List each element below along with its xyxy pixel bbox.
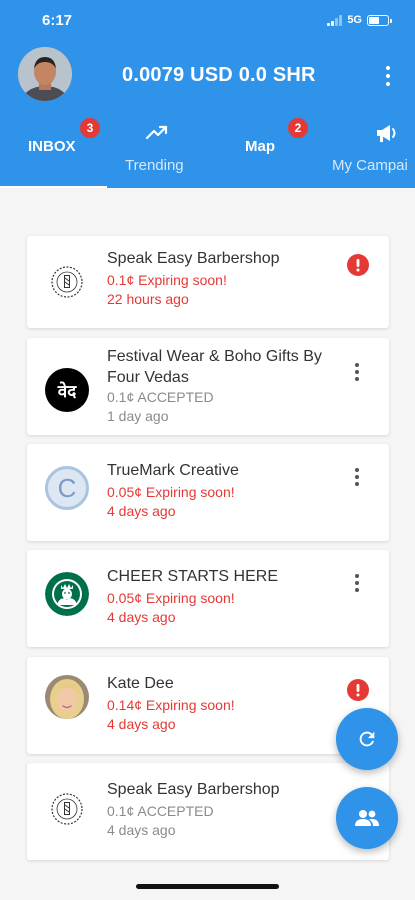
item-menu-icon[interactable]	[353, 467, 361, 487]
tab-map-label: Map	[245, 138, 275, 155]
four-vedas-logo-text: वेद	[57, 381, 77, 402]
received-time: 1 day ago	[107, 408, 169, 424]
inbox-badge: 3	[80, 118, 100, 138]
merchant-name: Kate Dee	[107, 675, 174, 692]
tab-trending-label: Trending	[125, 157, 184, 174]
item-menu-icon[interactable]	[353, 573, 361, 593]
people-button[interactable]	[336, 787, 398, 849]
tab-bar: INBOX 3 Trending Map 2 My Campai	[0, 108, 415, 188]
tab-inbox-label: INBOX	[28, 138, 76, 155]
alert-icon[interactable]	[347, 254, 369, 276]
received-time: 4 days ago	[107, 716, 176, 732]
tab-inbox[interactable]: INBOX 3	[0, 108, 107, 188]
wallet-balance: 0.0079 USD 0.0 SHR	[122, 64, 316, 86]
home-indicator[interactable]	[136, 884, 279, 889]
list-item[interactable]: CHEER STARTS HERE 0.05¢ Expiring soon! 4…	[27, 550, 389, 647]
refresh-button[interactable]	[336, 708, 398, 770]
alert-icon[interactable]	[347, 679, 369, 701]
reward-status: 0.1¢ ACCEPTED	[107, 803, 214, 819]
starbucks-logo	[45, 572, 89, 616]
refresh-icon	[359, 731, 375, 747]
reward-status: 0.1¢ Expiring soon!	[107, 272, 227, 288]
trending-up-icon	[145, 125, 168, 140]
barbershop-logo	[45, 260, 89, 304]
user-avatar[interactable]	[18, 47, 72, 101]
four-vedas-logo: वेद	[45, 368, 89, 412]
reward-status: 0.05¢ Expiring soon!	[107, 484, 235, 500]
truemark-logo: C	[45, 466, 89, 510]
megaphone-icon	[377, 125, 396, 142]
map-badge: 2	[288, 118, 308, 138]
signal-icon	[327, 14, 343, 26]
merchant-name: CHEER STARTS HERE	[107, 568, 278, 585]
battery-icon	[367, 14, 392, 26]
status-bar: 6:17 5G	[0, 0, 415, 44]
list-item[interactable]: C TrueMark Creative 0.05¢ Expiring soon!…	[27, 444, 389, 541]
received-time: 22 hours ago	[107, 291, 189, 307]
kate-dee-avatar	[45, 675, 89, 719]
tab-my-campaigns-label: My Campai	[332, 157, 408, 174]
status-time: 6:17	[42, 12, 73, 29]
reward-status: 0.05¢ Expiring soon!	[107, 590, 235, 606]
received-time: 4 days ago	[107, 609, 176, 625]
list-item[interactable]: Kate Dee 0.14¢ Expiring soon! 4 days ago	[27, 657, 389, 754]
received-time: 4 days ago	[107, 503, 176, 519]
status-icons: 5G	[327, 14, 392, 26]
reward-status: 0.14¢ Expiring soon!	[107, 697, 235, 713]
tab-trending[interactable]: Trending	[107, 108, 212, 188]
tab-map[interactable]: Map 2	[212, 108, 320, 188]
barbershop-logo	[45, 787, 89, 831]
merchant-name: TrueMark Creative	[107, 462, 239, 479]
list-item[interactable]: वेद Festival Wear & Boho Gifts By Four V…	[27, 338, 389, 435]
list-item[interactable]: Speak Easy Barbershop 0.1¢ Expiring soon…	[27, 236, 389, 328]
list-item[interactable]: Speak Easy Barbershop 0.1¢ ACCEPTED 4 da…	[27, 763, 389, 860]
people-icon	[355, 810, 379, 826]
tab-my-campaigns[interactable]: My Campai	[320, 108, 415, 188]
truemark-logo-text: C	[57, 473, 77, 503]
merchant-name: Speak Easy Barbershop	[107, 781, 280, 798]
merchant-name: Speak Easy Barbershop	[107, 250, 280, 267]
network-label: 5G	[347, 14, 362, 26]
app-header: 6:17 5G 0.0079 USD 0.0 SHR INBOX 3 Trend…	[0, 0, 415, 188]
item-menu-icon[interactable]	[353, 362, 361, 382]
merchant-name: Festival Wear & Boho Gifts By Four Vedas	[107, 348, 322, 386]
received-time: 4 days ago	[107, 822, 176, 838]
reward-status: 0.1¢ ACCEPTED	[107, 389, 214, 405]
more-vertical-icon[interactable]	[378, 64, 398, 88]
